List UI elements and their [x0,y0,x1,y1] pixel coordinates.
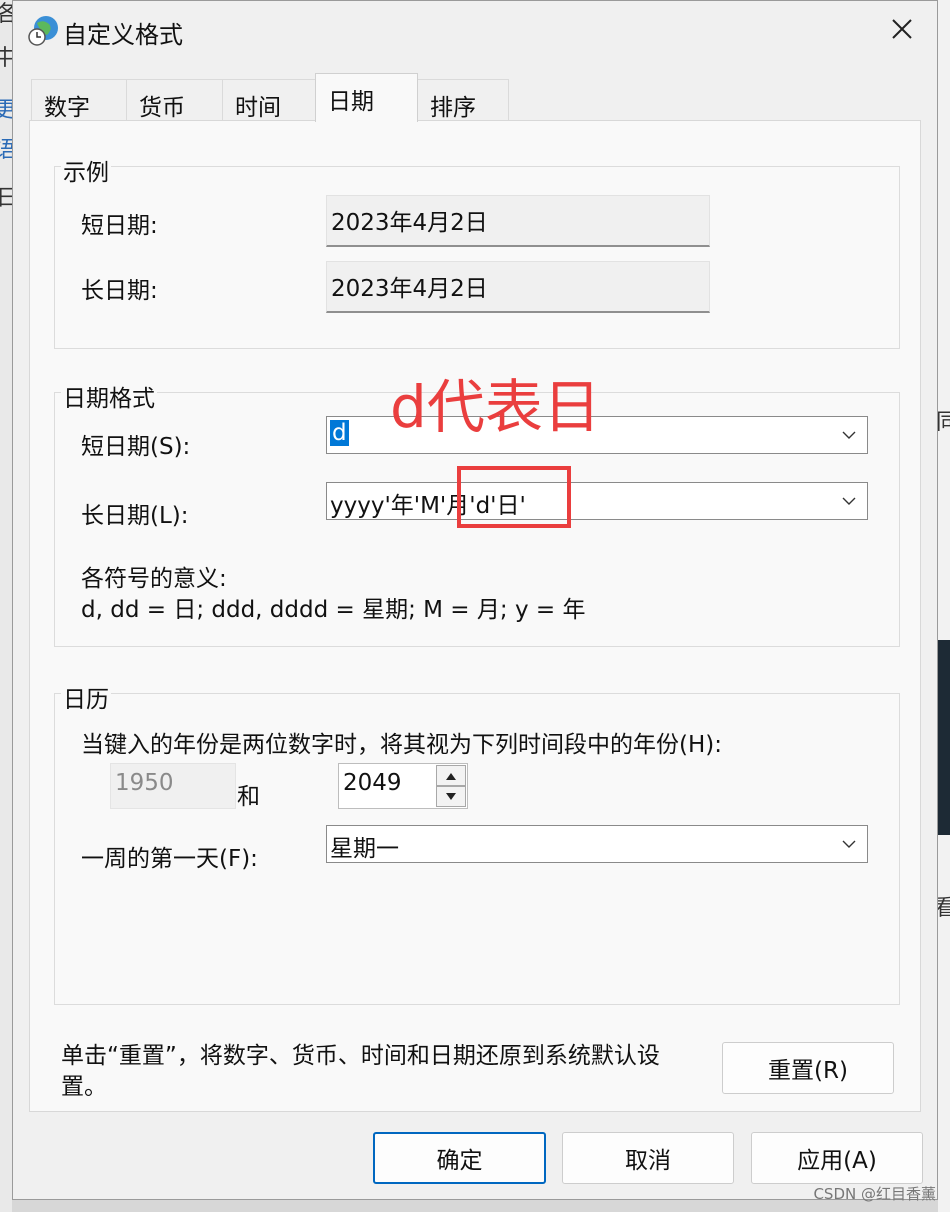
short-date-format-value: d [330,420,349,446]
background-dark-area [938,640,950,835]
year-from-field: 1950 [110,763,236,809]
and-label: 和 [237,784,260,810]
long-date-example-value: 2023年4月2日 [326,261,710,313]
symbol-legend-text: d, dd = 日; ddd, dddd = 星期; M = 月; y = 年 [81,597,586,623]
chevron-down-icon [842,431,856,439]
long-date-format-combo[interactable]: yyyy'年'M'月'd'日' [326,482,868,520]
custom-format-dialog: 自定义格式 数字 货币 时间 日期 排序 示例 短日期: 2023年4月2日 长… [12,0,938,1200]
arrow-up-icon [446,772,456,780]
tab-currency[interactable]: 货币 [126,79,223,121]
year-to-value: 2049 [343,770,402,796]
long-date-format-label: 长日期(L): [81,503,189,529]
date-tab-panel: 示例 短日期: 2023年4月2日 长日期: 2023年4月2日 日期格式 短日… [29,120,921,1112]
date-format-group-title: 日期格式 [61,379,157,413]
first-day-value: 星期一 [330,836,399,862]
title-bar: 自定义格式 [13,1,937,59]
chevron-down-icon [842,497,856,505]
background-window-right [938,0,950,1212]
example-group [54,166,900,349]
cancel-button[interactable]: 取消 [562,1132,734,1184]
tab-time[interactable]: 时间 [222,79,318,121]
annotation-label: d代表日 [390,373,601,441]
calendar-group-title: 日历 [61,680,111,714]
year-up-button[interactable] [436,765,466,786]
year-down-button[interactable] [436,786,466,807]
symbol-legend-title: 各符号的意义: [81,566,227,592]
window-title: 自定义格式 [63,21,183,49]
tab-date[interactable]: 日期 [315,73,418,122]
chevron-down-icon [842,840,856,848]
short-date-format-label: 短日期(S): [81,434,191,460]
globe-clock-icon [28,16,58,46]
tab-number[interactable]: 数字 [31,79,127,121]
long-date-example-label: 长日期: [81,278,158,304]
reset-button[interactable]: 重置(R) [722,1042,894,1094]
short-date-example-value: 2023年4月2日 [326,195,710,247]
close-icon [892,19,912,39]
short-date-example-label: 短日期: [81,213,158,239]
annotation-highlight-box [457,466,571,528]
background-text: 同 [936,410,950,435]
first-day-combo[interactable]: 星期一 [326,825,868,863]
example-group-title: 示例 [61,153,111,187]
first-day-label: 一周的第一天(F): [81,846,258,872]
reset-description: 单击“重置”，将数字、货币、时间和日期还原到系统默认设置。 [61,1043,660,1100]
two-digit-year-label: 当键入的年份是两位数字时，将其视为下列时间段中的年份(H): [81,732,722,758]
tab-sort[interactable]: 排序 [417,79,509,121]
close-button[interactable] [877,7,927,51]
apply-button[interactable]: 应用(A) [751,1132,923,1184]
ok-button[interactable]: 确定 [373,1132,546,1184]
arrow-down-icon [446,792,456,800]
watermark: CSDN @红目香薰 [813,1185,936,1203]
